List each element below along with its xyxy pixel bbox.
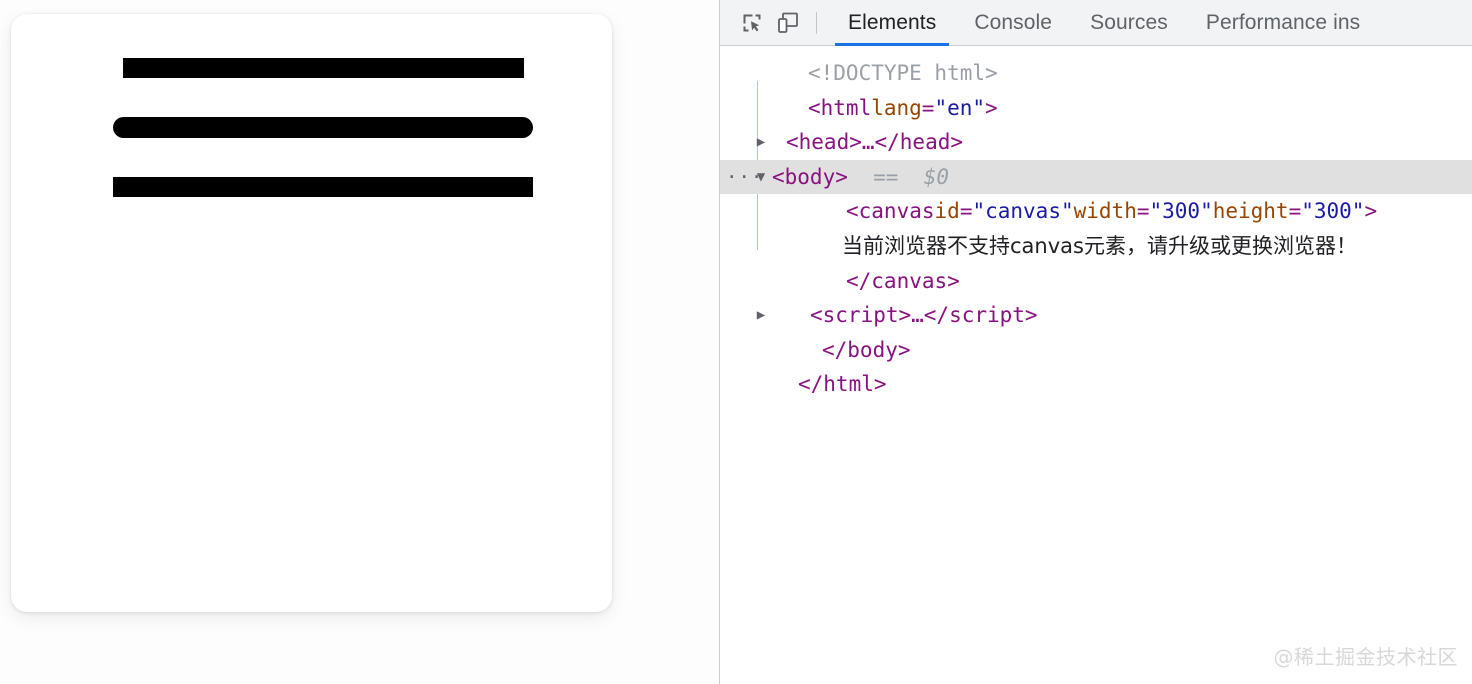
- canvas-stroke-round: [113, 117, 533, 138]
- tab-console[interactable]: Console: [955, 0, 1071, 46]
- dom-text-node: 当前浏览器不支持canvas元素，请升级或更换浏览器！: [842, 229, 1357, 264]
- dom-attr-name-width: width: [1074, 194, 1137, 229]
- disclosure-triangle-icon[interactable]: ▶: [750, 135, 772, 149]
- dom-tag-text: </html>: [798, 367, 887, 402]
- dom-attr-name-height: height: [1213, 194, 1289, 229]
- dom-doctype-text: <!DOCTYPE html>: [808, 56, 998, 91]
- dom-row-head-collapsed[interactable]: ▶ <head>…</head>: [720, 125, 1472, 160]
- page-preview-pane: [0, 0, 719, 684]
- tab-sources[interactable]: Sources: [1071, 0, 1187, 46]
- tab-performance-insights[interactable]: Performance ins: [1187, 0, 1379, 46]
- dom-collapsed-text: <head>…</head>: [786, 125, 963, 160]
- dom-attr-value-height: "300": [1301, 194, 1364, 229]
- dom-tree[interactable]: <!DOCTYPE html><html lang="en">▶<head>…<…: [720, 46, 1472, 402]
- dom-attr-equals: =: [1289, 194, 1302, 229]
- toolbar-separator: [816, 12, 817, 34]
- watermark: @稀土掘金技术社区: [1274, 641, 1459, 670]
- tab-elements[interactable]: Elements: [829, 0, 955, 46]
- dom-row-canvas-text[interactable]: 当前浏览器不支持canvas元素，请升级或更换浏览器！: [720, 229, 1472, 264]
- dom-attr-name-id: id: [935, 194, 960, 229]
- dom-row-body-open[interactable]: ···▼<body> == $0: [720, 160, 1472, 195]
- dom-row-doctype[interactable]: <!DOCTYPE html>: [720, 56, 1472, 91]
- dom-attr-equals: =: [922, 91, 935, 126]
- devtools-tab-bar: Elements Console Sources Performance ins: [829, 0, 1472, 46]
- dom-tag-open: <canvas: [846, 194, 935, 229]
- disclosure-triangle-icon[interactable]: ▶: [750, 308, 772, 322]
- dom-attr-name: lang: [871, 91, 922, 126]
- dom-row-gutter[interactable]: ···: [726, 160, 750, 195]
- dom-attr-value: "en": [934, 91, 985, 126]
- tab-sources-label: Sources: [1090, 11, 1168, 35]
- dom-tag-close: >: [1364, 194, 1377, 229]
- dom-attr-equals: =: [960, 194, 973, 229]
- tab-elements-label: Elements: [848, 11, 936, 35]
- dom-row-html-close[interactable]: </html>: [720, 367, 1472, 402]
- dom-row-canvas-open[interactable]: <canvas id="canvas" width="300" height="…: [720, 194, 1472, 229]
- dom-tag-close: >: [985, 91, 998, 126]
- dom-attr-value-id: "canvas": [972, 194, 1073, 229]
- disclosure-triangle-icon[interactable]: ▼: [750, 170, 772, 184]
- dom-row-canvas-close[interactable]: </canvas>: [720, 264, 1472, 299]
- dom-row-html-open[interactable]: <html lang="en">: [720, 91, 1472, 126]
- devtools-toolbar: Elements Console Sources Performance ins: [720, 0, 1472, 46]
- tab-console-label: Console: [974, 11, 1052, 35]
- dom-row-body-close[interactable]: </body>: [720, 333, 1472, 368]
- tab-performance-insights-label: Performance ins: [1206, 11, 1360, 35]
- dom-tag-text: </canvas>: [846, 264, 960, 299]
- pane-divider[interactable]: [719, 0, 720, 684]
- device-toolbar-icon[interactable]: [770, 5, 806, 41]
- dom-tag-text: <body>: [772, 160, 848, 195]
- dom-row-script-collapsed[interactable]: ▶ <script>…</script>: [720, 298, 1472, 333]
- dom-collapsed-text: <script>…</script>: [810, 298, 1038, 333]
- screenshot-root: Elements Console Sources Performance ins…: [0, 0, 1472, 684]
- dom-selected-reference: $0: [924, 160, 949, 195]
- dom-selected-equals: ==: [848, 160, 924, 195]
- canvas-card: [11, 14, 612, 612]
- inspect-element-icon[interactable]: [734, 5, 770, 41]
- canvas-stroke-square: [113, 177, 533, 197]
- canvas-stroke-butt: [123, 58, 524, 78]
- dom-attr-equals: =: [1137, 194, 1150, 229]
- dom-tag-open: <html: [808, 91, 871, 126]
- canvas-element[interactable]: [11, 14, 612, 612]
- dom-tag-text: </body>: [822, 333, 911, 368]
- dom-attr-value-width: "300": [1150, 194, 1213, 229]
- devtools-panel: Elements Console Sources Performance ins…: [720, 0, 1472, 684]
